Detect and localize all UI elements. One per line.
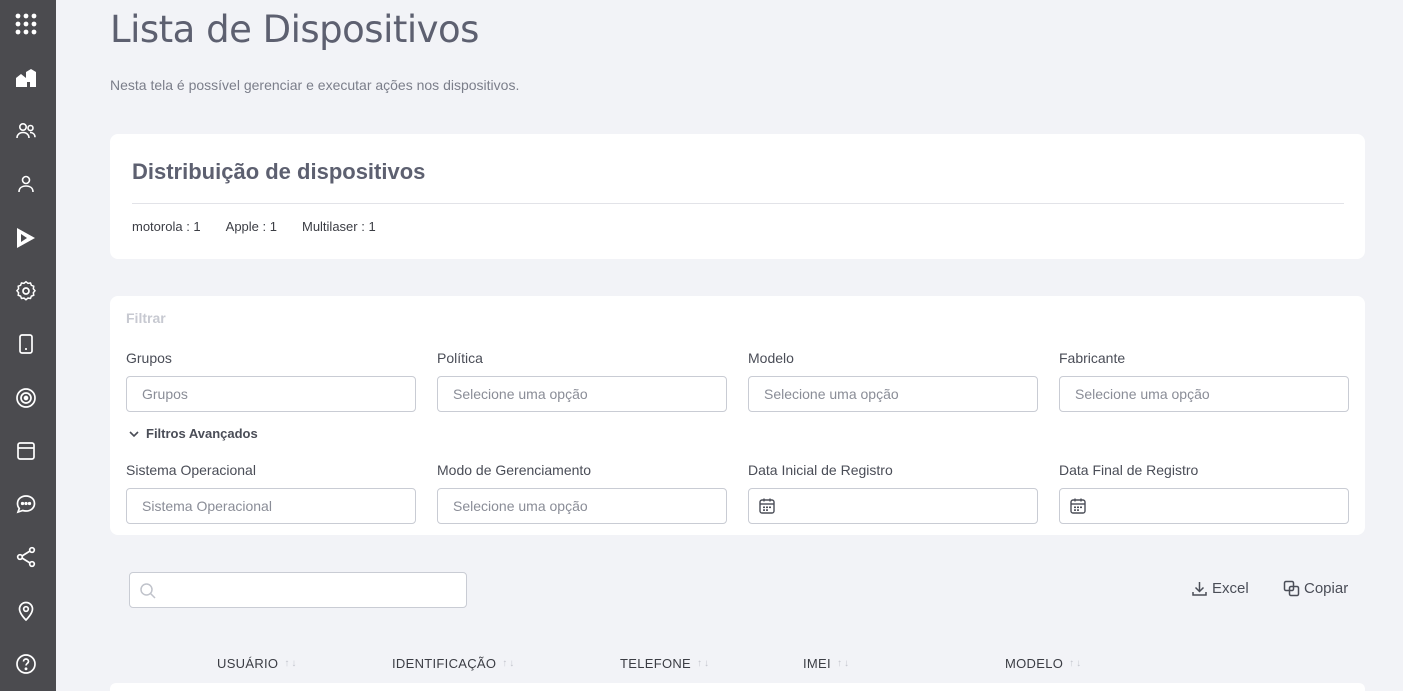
sort-icon: ↑↓ bbox=[1069, 658, 1084, 669]
main-content: Lista de Dispositivos Nesta tela é possí… bbox=[56, 0, 1403, 691]
excel-label: Excel bbox=[1212, 580, 1249, 597]
manufacturer-label: Fabricante bbox=[1059, 350, 1126, 366]
column-header-label: TELEFONE bbox=[620, 656, 692, 671]
column-header-user[interactable]: USUÁRIO ↑↓ bbox=[217, 656, 298, 671]
share-icon[interactable] bbox=[14, 545, 38, 569]
user-icon[interactable] bbox=[14, 172, 38, 196]
management-mode-label: Modo de Gerenciamento bbox=[437, 462, 592, 478]
groups-label: Grupos bbox=[126, 350, 172, 366]
download-icon bbox=[1192, 582, 1207, 596]
device-icon[interactable] bbox=[14, 332, 38, 356]
distribution-item: Multilaser : 1 bbox=[301, 219, 376, 234]
distribution-item: motorola : 1 bbox=[132, 219, 201, 234]
location-icon[interactable] bbox=[14, 599, 38, 623]
help-icon[interactable] bbox=[14, 652, 38, 676]
manufacturer-select[interactable]: Selecione uma opção bbox=[1059, 376, 1349, 412]
start-date-label: Data Inicial de Registro bbox=[748, 462, 893, 478]
play-store-icon[interactable] bbox=[14, 226, 38, 250]
start-date-input[interactable] bbox=[748, 488, 1038, 524]
copy-icon bbox=[1283, 580, 1300, 597]
column-header-model[interactable]: MODELO ↑↓ bbox=[1005, 656, 1083, 671]
copy-label: Copiar bbox=[1304, 580, 1349, 597]
column-header-phone[interactable]: TELEFONE ↑↓ bbox=[620, 656, 711, 671]
table-body bbox=[110, 683, 1365, 691]
search-icon bbox=[140, 583, 156, 599]
end-date-input[interactable] bbox=[1059, 488, 1349, 524]
sort-icon: ↑↓ bbox=[697, 658, 712, 669]
copy-button[interactable]: Copiar bbox=[1283, 580, 1348, 597]
column-header-label: IDENTIFICAÇÃO bbox=[392, 656, 497, 671]
sort-icon: ↑↓ bbox=[284, 658, 299, 669]
settings-icon[interactable] bbox=[14, 279, 38, 303]
model-label: Modelo bbox=[748, 350, 794, 366]
column-header-identification[interactable]: IDENTIFICAÇÃO ↑↓ bbox=[392, 656, 516, 671]
sort-icon: ↑↓ bbox=[836, 658, 851, 669]
distribution-card: Distribuição de dispositivos motorola : … bbox=[110, 134, 1365, 259]
chevron-down-icon bbox=[129, 430, 139, 437]
window-icon[interactable] bbox=[14, 439, 38, 463]
table-search-input[interactable] bbox=[129, 572, 467, 608]
chat-icon[interactable] bbox=[14, 492, 38, 516]
os-label: Sistema Operacional bbox=[126, 462, 256, 478]
apps-grid-icon[interactable] bbox=[14, 12, 38, 36]
filter-card: Filtrar Grupos Grupos Política Selecione… bbox=[110, 296, 1365, 535]
advanced-filters-label: Filtros Avançados bbox=[146, 426, 258, 441]
sort-icon: ↑↓ bbox=[502, 658, 517, 669]
users-icon[interactable] bbox=[14, 119, 38, 143]
filter-title: Filtrar bbox=[126, 310, 166, 326]
calendar-icon bbox=[1070, 498, 1086, 514]
sidebar bbox=[0, 0, 56, 691]
column-header-imei[interactable]: IMEI ↑↓ bbox=[803, 656, 851, 671]
end-date-label: Data Final de Registro bbox=[1059, 462, 1199, 478]
column-header-label: MODELO bbox=[1005, 656, 1064, 671]
calendar-icon bbox=[759, 498, 775, 514]
advanced-filters-toggle[interactable]: Filtros Avançados bbox=[128, 426, 258, 441]
divider bbox=[132, 203, 1344, 204]
column-header-label: USUÁRIO bbox=[217, 656, 279, 671]
column-header-label: IMEI bbox=[803, 656, 831, 671]
distribution-title: Distribuição de dispositivos bbox=[132, 159, 426, 184]
page-subtitle: Nesta tela é possível gerenciar e execut… bbox=[110, 77, 520, 93]
os-input[interactable]: Sistema Operacional bbox=[126, 488, 416, 524]
groups-input[interactable]: Grupos bbox=[126, 376, 416, 412]
management-mode-select[interactable]: Selecione uma opção bbox=[437, 488, 727, 524]
distribution-item: Apple : 1 bbox=[225, 219, 277, 234]
target-icon[interactable] bbox=[14, 386, 38, 410]
policy-label: Política bbox=[437, 350, 483, 366]
home-icon[interactable] bbox=[14, 66, 38, 90]
export-excel-button[interactable]: Excel bbox=[1191, 580, 1249, 597]
policy-select[interactable]: Selecione uma opção bbox=[437, 376, 727, 412]
distribution-list: motorola : 1 Apple : 1 Multilaser : 1 bbox=[132, 219, 376, 234]
page-title: Lista de Dispositivos bbox=[110, 8, 479, 51]
model-select[interactable]: Selecione uma opção bbox=[748, 376, 1038, 412]
